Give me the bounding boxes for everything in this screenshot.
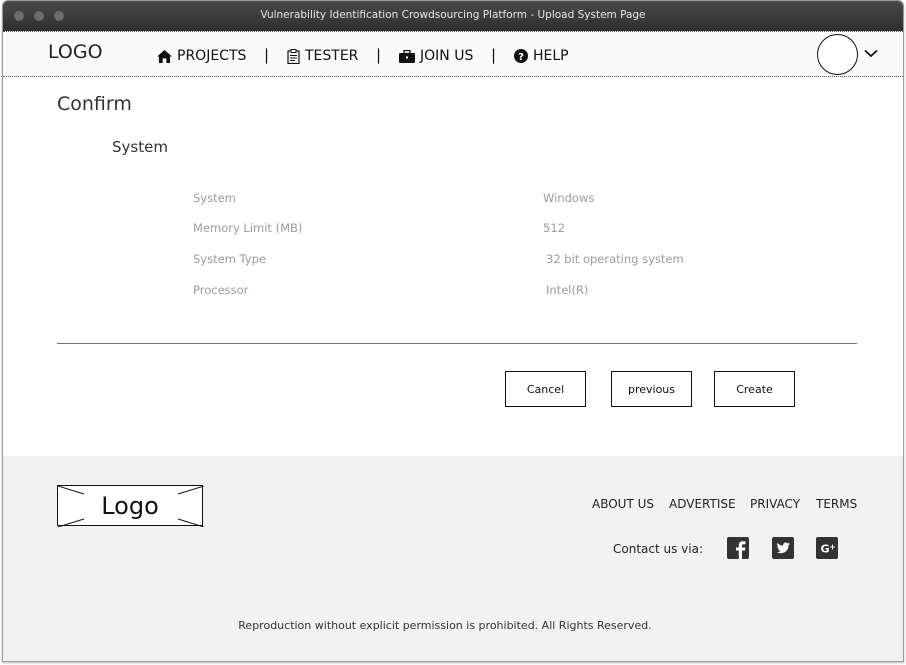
copyright-text: Reproduction without explicit permission…	[238, 619, 652, 632]
nav-item-join-us[interactable]: JOIN US	[399, 46, 473, 66]
memory-limit-label: Memory Limit (MB)	[193, 221, 303, 235]
nav-separator: |	[264, 46, 270, 64]
page-title: Confirm	[57, 93, 132, 115]
footer-logo[interactable]: Logo	[57, 485, 204, 527]
title-bar: Vulnerability Identification Crowdsourci…	[3, 1, 903, 31]
header-logo[interactable]: LOGO	[48, 41, 103, 63]
nav-item-projects[interactable]: PROJECTS	[157, 46, 246, 66]
user-avatar[interactable]	[817, 34, 858, 75]
nav-label-projects: PROJECTS	[177, 48, 247, 64]
system-type-value: 32 bit operating system	[546, 252, 684, 266]
nav-item-help[interactable]: ? HELP	[514, 46, 569, 66]
nav-separator: |	[491, 46, 497, 64]
home-icon	[157, 49, 172, 63]
contact-label: Contact us via:	[613, 542, 704, 556]
footer-logo-text: Logo	[101, 492, 159, 520]
memory-limit-value: 512	[543, 221, 565, 235]
window-title: Vulnerability Identification Crowdsourci…	[260, 9, 646, 21]
clipboard-icon	[287, 48, 300, 64]
section-title: System	[112, 138, 168, 156]
svg-text:+: +	[829, 543, 836, 552]
chevron-down-icon[interactable]	[864, 49, 878, 58]
footer-link-terms[interactable]: TERMS	[816, 497, 857, 511]
previous-button[interactable]: previous	[611, 371, 692, 407]
section-divider	[57, 343, 857, 344]
system-value: Windows	[543, 191, 595, 205]
question-circle-icon: ?	[514, 49, 528, 63]
facebook-icon[interactable]	[727, 537, 749, 559]
svg-text:?: ?	[518, 52, 524, 63]
nav-label-tester: TESTER	[305, 48, 359, 64]
system-type-label: System Type	[193, 252, 266, 266]
nav-item-tester[interactable]: TESTER	[287, 46, 358, 66]
nav-separator: |	[376, 46, 382, 64]
google-plus-icon[interactable]: G +	[816, 537, 838, 559]
nav-label-help: HELP	[533, 48, 569, 64]
nav-label-join-us: JOIN US	[420, 48, 474, 64]
top-navbar: LOGO PROJECTS | TESTER | JOIN US | ? HEL…	[3, 31, 903, 77]
footer-link-privacy[interactable]: PRIVACY	[750, 497, 800, 511]
footer-link-about-us[interactable]: ABOUT US	[592, 497, 654, 511]
processor-value: Intel(R)	[546, 283, 589, 297]
browser-window: Vulnerability Identification Crowdsourci…	[2, 0, 904, 662]
cancel-button[interactable]: Cancel	[505, 371, 586, 407]
system-label: System	[193, 191, 236, 205]
footer-link-advertise[interactable]: ADVERTISE	[669, 497, 736, 511]
create-button[interactable]: Create	[714, 371, 795, 407]
twitter-icon[interactable]	[772, 537, 794, 559]
briefcase-icon	[399, 49, 415, 63]
footer: Logo ABOUT US ADVERTISE PRIVACY TERMS Co…	[3, 456, 903, 661]
processor-label: Processor	[193, 283, 249, 297]
